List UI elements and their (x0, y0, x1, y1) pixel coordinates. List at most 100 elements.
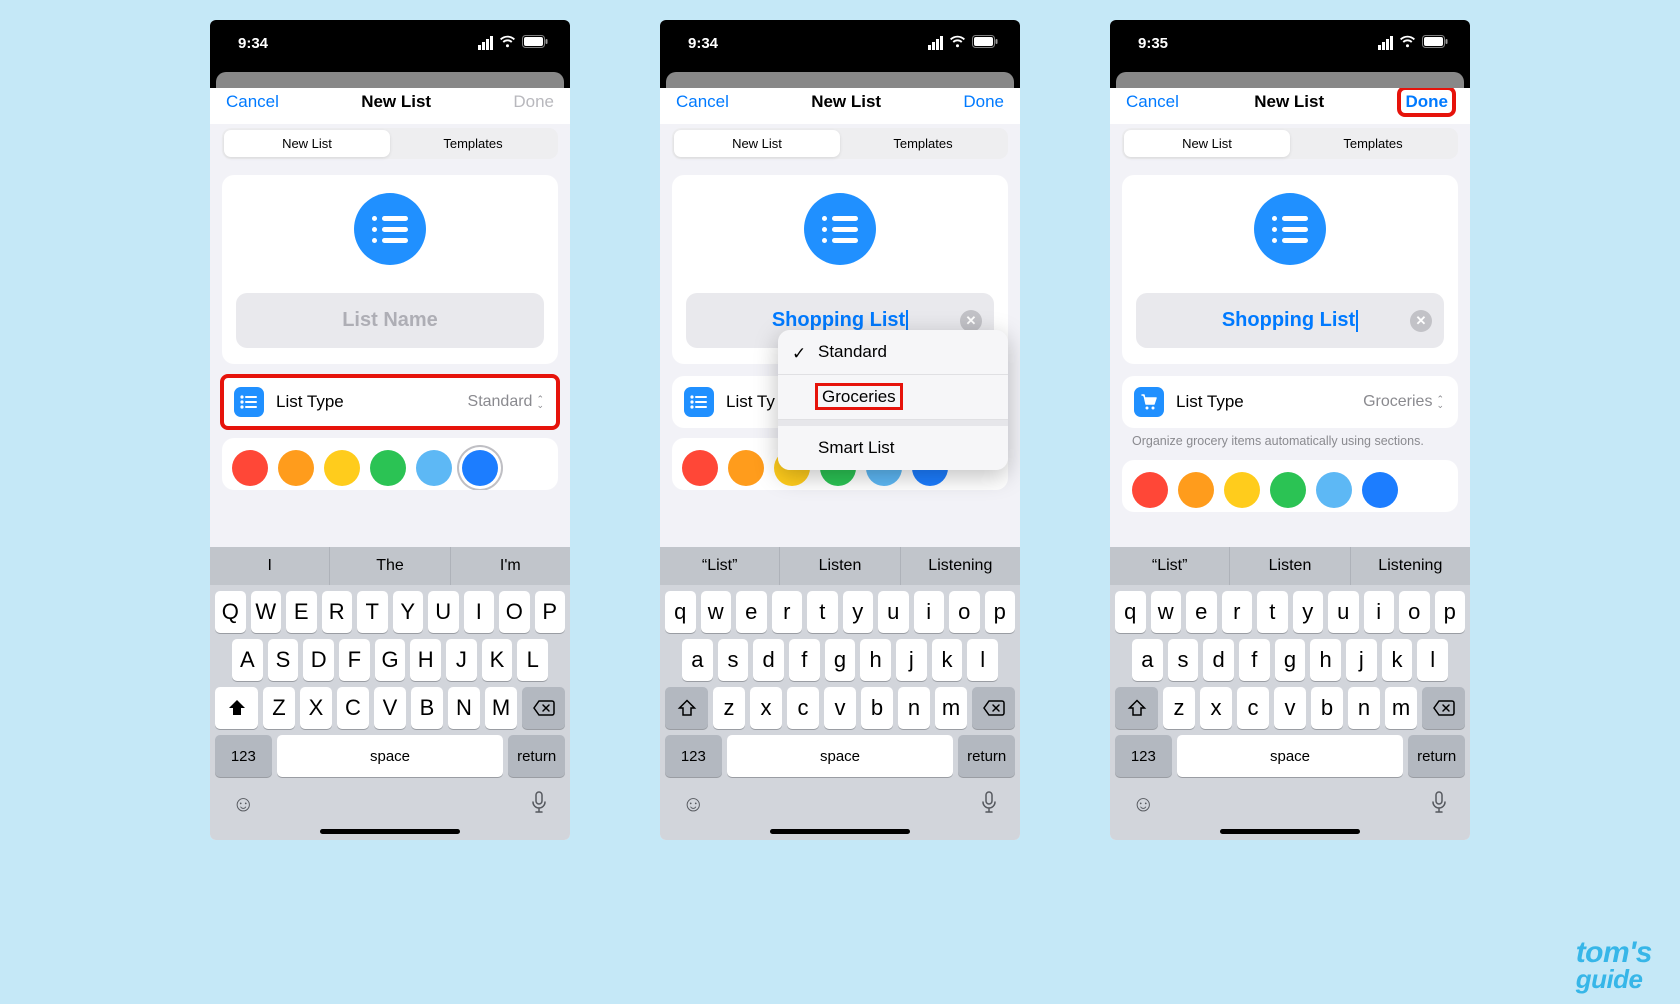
key-p[interactable]: P (535, 591, 566, 633)
return-key[interactable]: return (508, 735, 565, 777)
key-x[interactable]: x (750, 687, 782, 729)
key-p[interactable]: p (985, 591, 1016, 633)
mic-icon[interactable] (1430, 791, 1448, 821)
backspace-key[interactable] (522, 687, 565, 729)
key-l[interactable]: l (967, 639, 998, 681)
key-l[interactable]: l (1417, 639, 1448, 681)
key-g[interactable]: G (375, 639, 406, 681)
key-r[interactable]: r (1222, 591, 1253, 633)
cancel-button[interactable]: Cancel (676, 92, 729, 112)
list-icon[interactable] (1254, 193, 1326, 265)
tab-templates[interactable]: Templates (1290, 130, 1456, 157)
key-d[interactable]: D (303, 639, 334, 681)
key-t[interactable]: T (357, 591, 388, 633)
key-x[interactable]: X (300, 687, 332, 729)
key-k[interactable]: k (932, 639, 963, 681)
prediction-1[interactable]: Listen (1230, 547, 1350, 585)
cancel-button[interactable]: Cancel (226, 92, 279, 112)
color-swatch-2[interactable] (1224, 472, 1260, 508)
key-a[interactable]: a (682, 639, 713, 681)
clear-text-icon[interactable]: ✕ (1410, 310, 1432, 332)
emoji-icon[interactable]: ☺ (682, 791, 704, 821)
prediction-2[interactable]: Listening (1351, 547, 1470, 585)
color-swatch-1[interactable] (278, 450, 314, 486)
color-swatch-0[interactable] (232, 450, 268, 486)
key-i[interactable]: I (464, 591, 495, 633)
key-m[interactable]: m (1385, 687, 1417, 729)
space-key[interactable]: space (277, 735, 504, 777)
key-a[interactable]: a (1132, 639, 1163, 681)
key-d[interactable]: d (753, 639, 784, 681)
key-e[interactable]: e (736, 591, 767, 633)
key-s[interactable]: s (1168, 639, 1199, 681)
key-h[interactable]: h (1310, 639, 1341, 681)
key-z[interactable]: Z (263, 687, 295, 729)
key-e[interactable]: E (286, 591, 317, 633)
key-y[interactable]: y (843, 591, 874, 633)
list-type-row[interactable]: List TypeStandard⌃⌄ (222, 376, 558, 428)
list-type-row[interactable]: List Ty⌃⌄✓StandardGroceriesSmart List (672, 376, 1008, 428)
list-type-row[interactable]: List TypeGroceries⌃⌄ (1122, 376, 1458, 428)
key-o[interactable]: O (499, 591, 530, 633)
key-c[interactable]: c (787, 687, 819, 729)
key-j[interactable]: j (896, 639, 927, 681)
space-key[interactable]: space (727, 735, 954, 777)
key-f[interactable]: f (789, 639, 820, 681)
key-v[interactable]: v (824, 687, 856, 729)
segmented-control[interactable]: New ListTemplates (222, 128, 558, 159)
key-u[interactable]: U (428, 591, 459, 633)
key-p[interactable]: p (1435, 591, 1466, 633)
prediction-0[interactable]: “List” (660, 547, 780, 585)
dropdown-item-smart-list[interactable]: Smart List (778, 420, 1008, 470)
key-r[interactable]: r (772, 591, 803, 633)
key-u[interactable]: u (878, 591, 909, 633)
key-r[interactable]: R (322, 591, 353, 633)
key-u[interactable]: u (1328, 591, 1359, 633)
key-x[interactable]: x (1200, 687, 1232, 729)
prediction-2[interactable]: Listening (901, 547, 1020, 585)
key-h[interactable]: h (860, 639, 891, 681)
done-button[interactable]: Done (963, 92, 1004, 111)
key-i[interactable]: i (914, 591, 945, 633)
tab-new-list[interactable]: New List (224, 130, 390, 157)
clear-text-icon[interactable]: ✕ (960, 310, 982, 332)
key-y[interactable]: y (1293, 591, 1324, 633)
color-swatch-3[interactable] (1270, 472, 1306, 508)
color-swatch-0[interactable] (682, 450, 718, 486)
key-b[interactable]: B (411, 687, 443, 729)
done-button[interactable]: Done (1399, 88, 1454, 115)
key-j[interactable]: J (446, 639, 477, 681)
prediction-0[interactable]: “List” (1110, 547, 1230, 585)
color-swatch-3[interactable] (370, 450, 406, 486)
return-key[interactable]: return (958, 735, 1015, 777)
cancel-button[interactable]: Cancel (1126, 92, 1179, 112)
key-j[interactable]: j (1346, 639, 1377, 681)
space-key[interactable]: space (1177, 735, 1404, 777)
emoji-icon[interactable]: ☺ (1132, 791, 1154, 821)
key-c[interactable]: C (337, 687, 369, 729)
prediction-1[interactable]: Listen (780, 547, 900, 585)
shift-key[interactable] (665, 687, 708, 729)
key-t[interactable]: t (807, 591, 838, 633)
key-d[interactable]: d (1203, 639, 1234, 681)
color-swatch-1[interactable] (728, 450, 764, 486)
key-k[interactable]: K (482, 639, 513, 681)
key-o[interactable]: o (1399, 591, 1430, 633)
key-q[interactable]: Q (215, 591, 246, 633)
segmented-control[interactable]: New ListTemplates (672, 128, 1008, 159)
key-k[interactable]: k (1382, 639, 1413, 681)
key-v[interactable]: v (1274, 687, 1306, 729)
key-n[interactable]: n (1348, 687, 1380, 729)
key-l[interactable]: L (517, 639, 548, 681)
key-q[interactable]: q (1115, 591, 1146, 633)
key-c[interactable]: c (1237, 687, 1269, 729)
color-swatch-2[interactable] (324, 450, 360, 486)
numbers-key[interactable]: 123 (1115, 735, 1172, 777)
numbers-key[interactable]: 123 (215, 735, 272, 777)
color-swatch-1[interactable] (1178, 472, 1214, 508)
key-h[interactable]: H (410, 639, 441, 681)
prediction-2[interactable]: I'm (451, 547, 570, 585)
return-key[interactable]: return (1408, 735, 1465, 777)
key-g[interactable]: g (825, 639, 856, 681)
key-b[interactable]: b (861, 687, 893, 729)
